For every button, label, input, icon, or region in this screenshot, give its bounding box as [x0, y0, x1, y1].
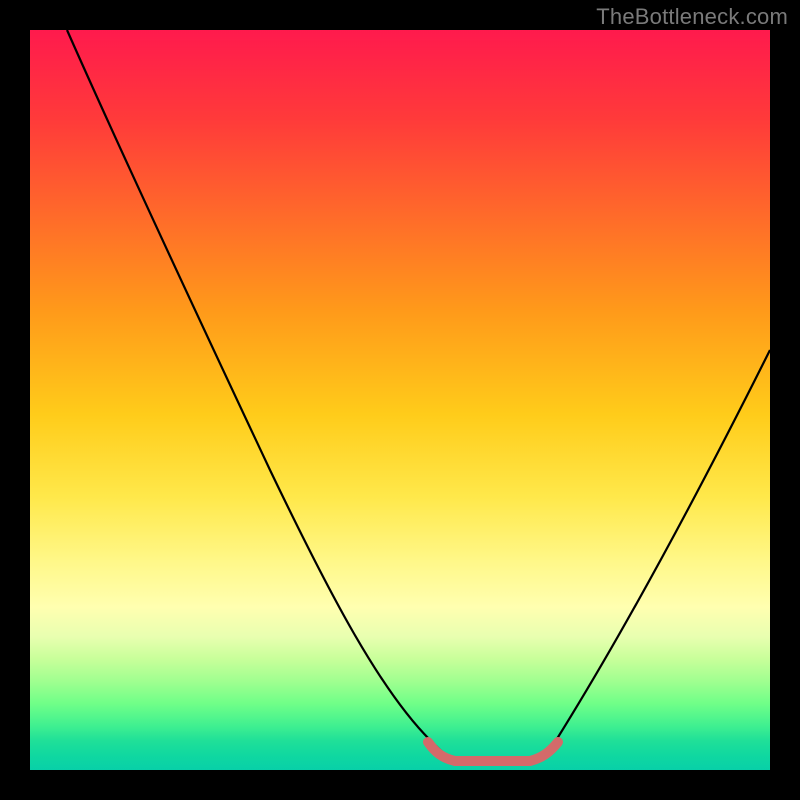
bottleneck-curve-path [67, 30, 770, 762]
watermark-text: TheBottleneck.com [596, 4, 788, 30]
chart-frame: TheBottleneck.com [0, 0, 800, 800]
plot-area [30, 30, 770, 770]
optimal-region-path [428, 742, 558, 761]
chart-svg [30, 30, 770, 770]
